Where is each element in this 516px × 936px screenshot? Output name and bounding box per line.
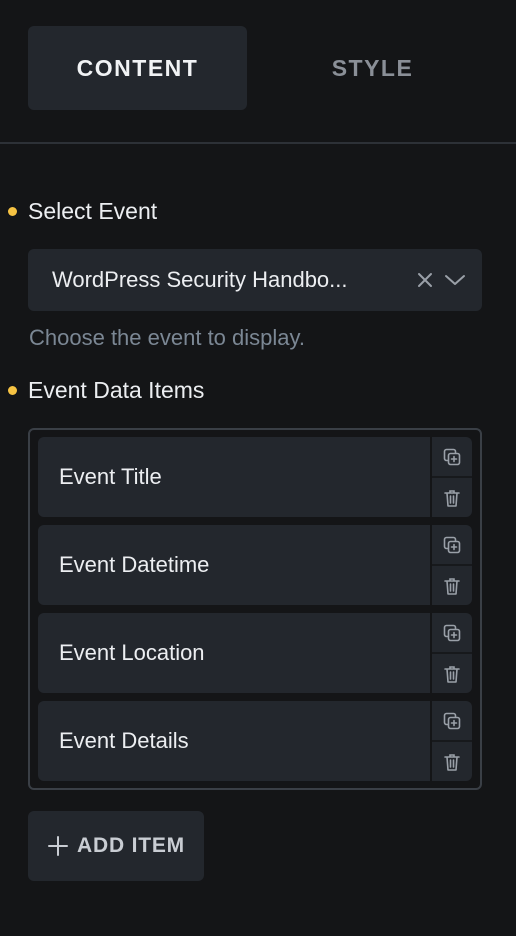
chevron-down-icon[interactable] bbox=[444, 273, 466, 287]
list-item-label[interactable]: Event Details bbox=[38, 701, 430, 781]
trash-icon[interactable] bbox=[432, 652, 472, 693]
tabs-divider bbox=[0, 142, 516, 144]
event-items-label: Event Data Items bbox=[28, 377, 205, 403]
close-icon[interactable] bbox=[416, 271, 434, 289]
item-actions bbox=[432, 437, 472, 517]
select-event-label-row: Select Event bbox=[8, 198, 157, 225]
add-item-label: ADD ITEM bbox=[77, 834, 185, 857]
list-item: Event Details bbox=[38, 701, 472, 781]
duplicate-icon[interactable] bbox=[432, 525, 472, 564]
list-item: Event Location bbox=[38, 613, 472, 693]
list-item: Event Datetime bbox=[38, 525, 472, 605]
item-actions bbox=[432, 525, 472, 605]
required-dot bbox=[8, 207, 17, 216]
list-item: Event Title bbox=[38, 437, 472, 517]
panel-tabs: CONTENT STYLE bbox=[28, 26, 488, 110]
required-dot bbox=[8, 386, 17, 395]
select-event-label: Select Event bbox=[28, 198, 158, 224]
trash-icon[interactable] bbox=[432, 476, 472, 517]
add-item-button[interactable]: ADD ITEM bbox=[28, 811, 204, 881]
event-select[interactable]: WordPress Security Handbo... bbox=[28, 249, 482, 311]
event-items-list: Event Title Event Datetime Event Locatio… bbox=[28, 428, 482, 790]
item-actions bbox=[432, 613, 472, 693]
duplicate-icon[interactable] bbox=[432, 437, 472, 476]
trash-icon[interactable] bbox=[432, 740, 472, 781]
select-event-help-text: Choose the event to display. bbox=[29, 325, 305, 350]
event-select-value: WordPress Security Handbo... bbox=[52, 267, 348, 292]
trash-icon[interactable] bbox=[432, 564, 472, 605]
duplicate-icon[interactable] bbox=[432, 701, 472, 740]
list-item-label[interactable]: Event Datetime bbox=[38, 525, 430, 605]
tab-content[interactable]: CONTENT bbox=[28, 26, 247, 110]
plus-icon bbox=[47, 835, 69, 857]
duplicate-icon[interactable] bbox=[432, 613, 472, 652]
item-actions bbox=[432, 701, 472, 781]
list-item-label[interactable]: Event Title bbox=[38, 437, 430, 517]
tab-style[interactable]: STYLE bbox=[263, 26, 482, 110]
event-items-label-row: Event Data Items bbox=[8, 377, 204, 404]
list-item-label[interactable]: Event Location bbox=[38, 613, 430, 693]
select-controls bbox=[416, 271, 466, 289]
